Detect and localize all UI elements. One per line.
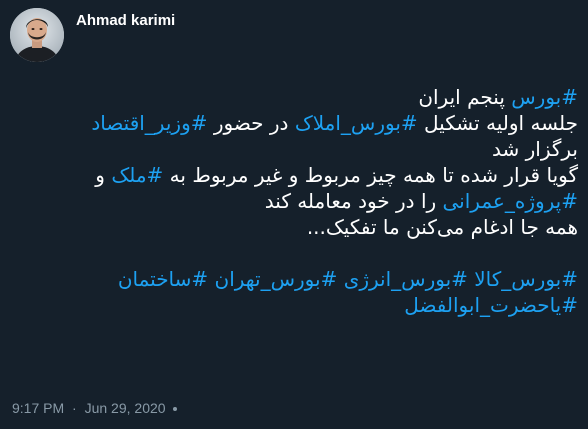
tweet-line: برگزار شد xyxy=(10,136,578,162)
author-name[interactable]: Ahmad karimi xyxy=(76,12,175,29)
hashtag-link[interactable]: #بورس_املاک xyxy=(295,111,418,135)
tweet-text-segment: برگزار شد xyxy=(492,137,578,161)
hashtag-link[interactable]: #بورس xyxy=(511,85,578,109)
tweet-line: #بورس_کالا #بورس_انرژی #بورس_تهران #ساخت… xyxy=(10,266,578,292)
tweet-line: همه جا ادغام می‌کنن ما تفکیک... xyxy=(10,214,578,240)
tweet-line: #پروژه_عمرانی را در خود معامله کند xyxy=(10,188,578,214)
hashtag-link[interactable]: #پروژه_عمرانی xyxy=(443,189,578,213)
meta-separator: · xyxy=(72,400,77,416)
hashtag-link[interactable]: #ساختمان xyxy=(118,267,208,291)
tweet-line: جلسه اولیه تشکیل #بورس_املاک در حضور #وز… xyxy=(10,110,578,136)
tweet-text-segment: جلسه اولیه تشکیل xyxy=(417,111,578,135)
tweet-card: Ahmad karimi #بورس پنجم ایران جلسه اولیه … xyxy=(0,0,588,429)
hashtag-link[interactable]: #بورس_تهران xyxy=(215,267,338,291)
tweet-text-segment: را در خود معامله کند xyxy=(264,189,443,213)
tweet-line: #بورس پنجم ایران xyxy=(10,84,578,110)
tweet-line: #یاحضرت_ابوالفضل xyxy=(10,292,578,318)
info-dot-icon xyxy=(173,407,178,412)
tweet-text-segment: پنجم ایران xyxy=(418,85,512,109)
tweet-date[interactable]: Jun 29, 2020 xyxy=(85,400,166,416)
tweet-line: گویا قرار شده تا همه چیز مربوط و غیر مرب… xyxy=(10,162,578,188)
hashtag-link[interactable]: #بورس_انرژی xyxy=(344,267,468,291)
tweet-text-segment: همه جا ادغام می‌کنن ما تفکیک... xyxy=(306,215,578,239)
tweet-text: #بورس پنجم ایران جلسه اولیه تشکیل #بورس_ا… xyxy=(10,84,578,318)
hashtag-link[interactable]: #ملک xyxy=(111,163,163,187)
hashtag-link[interactable]: #یاحضرت_ابوالفضل xyxy=(404,293,578,317)
tweet-metadata: 9:17 PM · Jun 29, 2020 xyxy=(12,400,178,416)
profile-photo-icon xyxy=(10,8,64,62)
tweet-text-segment: در حضور xyxy=(207,111,295,135)
tweet-text-segment: و xyxy=(95,163,112,187)
avatar[interactable] xyxy=(10,8,64,62)
tweet-text-segment: گویا قرار شده تا همه چیز مربوط و غیر مرب… xyxy=(163,163,578,187)
hashtag-link[interactable]: #بورس_کالا xyxy=(474,267,578,291)
hashtag-link[interactable]: #وزیر_اقتصاد xyxy=(91,111,207,135)
tweet-time[interactable]: 9:17 PM xyxy=(12,400,64,416)
